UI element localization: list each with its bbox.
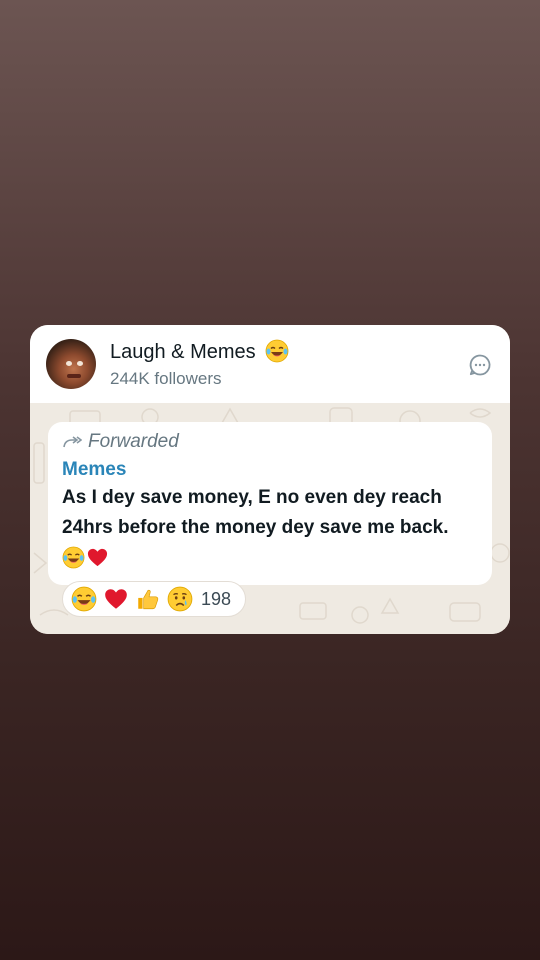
avatar[interactable]: [46, 339, 96, 389]
message-text-line-1: As I dey save money, E no even dey reach: [62, 487, 442, 508]
crying-face-icon: [167, 586, 193, 612]
thumbs-up-icon: [135, 586, 161, 612]
reaction-count: 198: [201, 588, 232, 609]
sender-name[interactable]: Memes: [62, 459, 126, 481]
forwarded-label: Forwarded: [62, 431, 179, 453]
tears-of-joy-icon: [71, 586, 97, 612]
channel-name[interactable]: Laugh & Memes: [110, 341, 289, 364]
forward-arrow-icon: [63, 436, 82, 448]
red-heart-icon: [86, 546, 109, 569]
message-emojis: [62, 546, 109, 569]
message-bubble[interactable]: Forwarded Memes As I dey save money, E n…: [48, 422, 492, 585]
tears-of-joy-icon: [62, 546, 85, 569]
reactions-bar[interactable]: 198: [62, 581, 246, 617]
chat-bubble-icon[interactable]: [468, 353, 492, 377]
message-text-line-2: 24hrs before the money dey save me back.: [62, 517, 449, 538]
channel-header[interactable]: Laugh & Memes 244K followers: [30, 325, 510, 403]
tears-of-joy-icon: [265, 339, 289, 363]
channel-update-card: Laugh & Memes 244K followers Forwarded M…: [30, 325, 510, 634]
followers-count: 244K followers: [110, 369, 222, 388]
red-heart-icon: [103, 586, 129, 612]
